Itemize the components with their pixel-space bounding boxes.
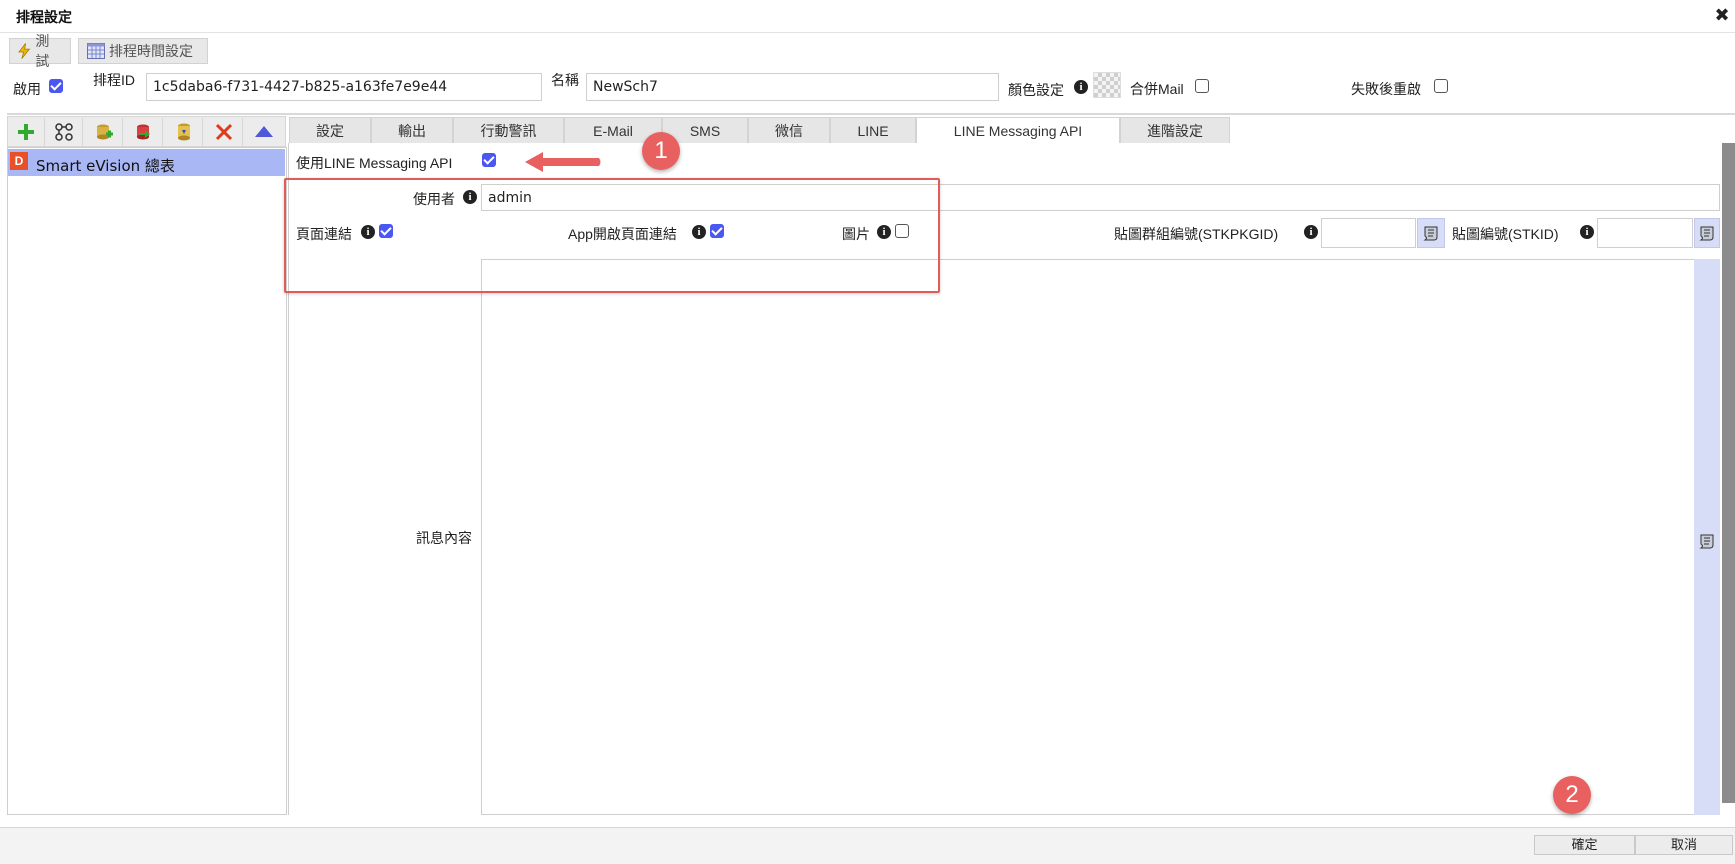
tab-line[interactable]: LINE (830, 117, 916, 143)
sticker-id-input[interactable] (1597, 218, 1693, 248)
annotation-badge-2: 2 (1553, 776, 1591, 814)
lightning-icon (18, 43, 31, 59)
use-line-api-checkbox[interactable] (482, 153, 496, 167)
schedule-id-input[interactable] (146, 73, 542, 101)
vertical-scrollbar[interactable] (1722, 143, 1735, 803)
script-icon[interactable] (1694, 218, 1720, 248)
sticker-group-label: 貼圖群組編號(STKPKGID) (1114, 226, 1279, 242)
add-icon[interactable] (8, 118, 45, 146)
db-icon[interactable] (166, 118, 203, 146)
message-label: 訊息內容 (416, 530, 472, 546)
highlight-box (284, 178, 940, 293)
tab-mobile-alert[interactable]: 行動警訊 (453, 117, 564, 143)
name-input[interactable] (586, 73, 999, 101)
cancel-button[interactable]: 取消 (1635, 835, 1733, 855)
left-toolbar (7, 116, 286, 147)
close-icon[interactable]: ✖ (1712, 4, 1732, 26)
sticker-group-input[interactable] (1321, 218, 1416, 248)
tab-line-messaging-api[interactable]: LINE Messaging API (916, 117, 1120, 143)
retry-checkbox[interactable] (1434, 79, 1448, 93)
info-icon: i (1304, 225, 1318, 239)
name-label: 名稱 (551, 72, 579, 88)
annotation-arrow (525, 152, 601, 172)
info-icon: i (1074, 80, 1088, 94)
up-arrow-icon[interactable] (246, 118, 282, 146)
window-title: 排程設定 (16, 9, 72, 25)
schedule-time-label: 排程時間設定 (109, 43, 193, 59)
sticker-id-label: 貼圖編號(STKID) (1452, 226, 1559, 242)
color-picker[interactable] (1093, 72, 1121, 98)
script-icon[interactable] (1417, 218, 1445, 248)
message-textarea[interactable] (481, 259, 1694, 815)
export-db-icon[interactable] (126, 118, 163, 146)
title-bar (0, 0, 1735, 33)
tree-item-label: Smart eVision 總表 (36, 157, 175, 175)
delete-icon[interactable] (206, 118, 243, 146)
annotation-badge-1: 1 (642, 132, 680, 170)
tab-output[interactable]: 輸出 (371, 117, 453, 143)
enable-checkbox[interactable] (49, 79, 63, 93)
test-button[interactable]: 測試 (9, 33, 71, 69)
tree-panel (7, 147, 287, 815)
schedule-id-label: 排程ID (93, 72, 135, 88)
schedule-time-button[interactable]: 排程時間設定 (78, 38, 208, 64)
color-label: 顏色設定 (1008, 82, 1064, 98)
test-button-label: 測試 (35, 33, 50, 69)
flow-icon[interactable] (46, 118, 83, 146)
divider (7, 113, 1735, 115)
ok-button[interactable]: 確定 (1534, 835, 1635, 855)
tab-settings[interactable]: 設定 (289, 117, 371, 143)
tab-wechat[interactable]: 微信 (748, 117, 830, 143)
info-icon: i (1580, 225, 1594, 239)
calendar-icon (87, 43, 105, 59)
enable-label: 啟用 (13, 81, 41, 97)
use-line-api-label: 使用LINE Messaging API (296, 155, 453, 171)
tab-advanced[interactable]: 進階設定 (1120, 117, 1230, 143)
footer-bar (0, 827, 1735, 864)
retry-label: 失敗後重啟 (1351, 81, 1421, 97)
merge-mail-checkbox[interactable] (1195, 79, 1209, 93)
merge-mail-label: 合併Mail (1130, 81, 1184, 97)
dashboard-badge-icon: D (10, 152, 28, 170)
add-db-icon[interactable] (86, 118, 123, 146)
script-icon[interactable] (1694, 527, 1720, 555)
